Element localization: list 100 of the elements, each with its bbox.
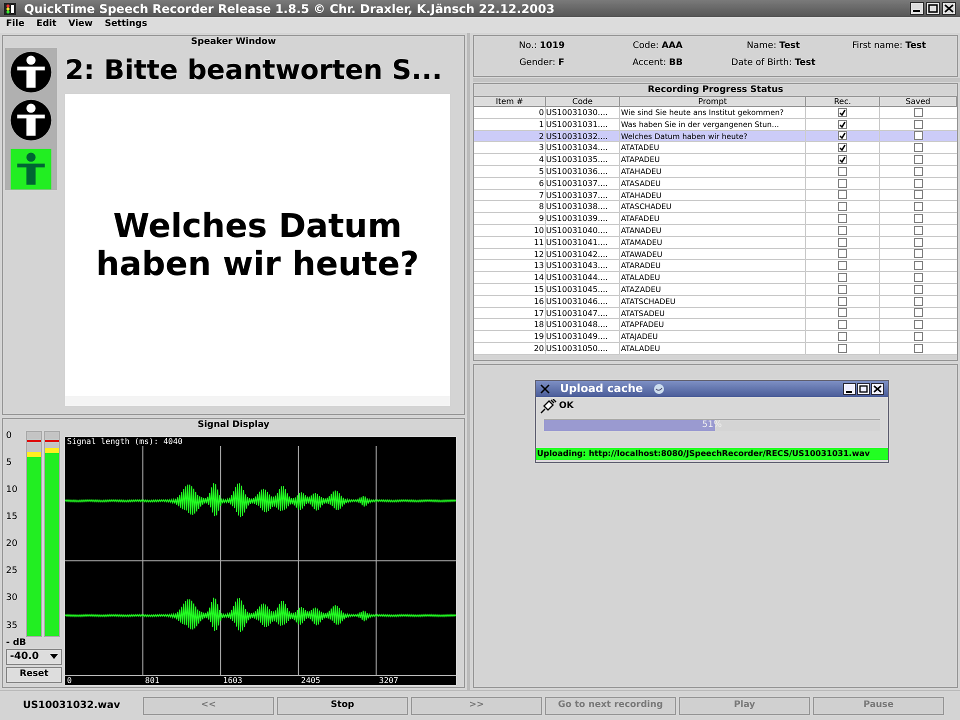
saved-checkbox[interactable]	[914, 284, 923, 294]
saved-checkbox[interactable]	[914, 226, 923, 235]
rec-checkbox[interactable]	[838, 226, 847, 235]
saved-checkbox[interactable]	[914, 308, 923, 318]
table-cell: US10031046....	[546, 296, 620, 307]
info-field: Gender: F	[484, 56, 600, 72]
table-cell: US10031040....	[546, 224, 620, 236]
file-name-label: US10031032.wav	[22, 699, 122, 713]
rec-checkbox[interactable]	[838, 238, 847, 247]
table-cell: 6	[474, 178, 546, 189]
saved-checkbox[interactable]	[914, 261, 923, 270]
rec-checkbox[interactable]	[838, 284, 847, 294]
saved-checkbox[interactable]	[914, 143, 923, 152]
column-header[interactable]: Prompt	[620, 97, 806, 106]
table-cell: 10	[474, 224, 546, 236]
rec-checkbox[interactable]	[838, 166, 847, 176]
dialog-title: Upload cache	[560, 380, 644, 397]
saved-checkbox[interactable]	[914, 166, 923, 176]
rec-checkbox[interactable]	[838, 320, 847, 330]
saved-checkbox[interactable]	[914, 178, 923, 188]
column-header[interactable]: Saved	[880, 97, 957, 106]
saved-checkbox[interactable]	[914, 214, 923, 224]
table-cell: US10031049....	[546, 331, 620, 342]
maximize-icon[interactable]	[926, 2, 940, 15]
prompt-text: Welches Datum haben wir heute?	[95, 206, 420, 283]
rec-checkbox[interactable]	[838, 131, 847, 140]
menu-item[interactable]: View	[68, 18, 93, 32]
panel-title: Signal Display	[196, 418, 270, 431]
info-field: First name: Test	[831, 40, 947, 56]
menu-item[interactable]: File	[6, 18, 24, 32]
scale-label: 15	[6, 512, 18, 522]
rec-checkbox[interactable]	[838, 308, 847, 318]
table-cell: US10031037....	[546, 190, 620, 200]
table-cell: 2	[474, 130, 546, 142]
info-field: Date of Birth: Test	[716, 56, 832, 72]
control-button[interactable]: Stop	[277, 696, 408, 714]
table-cell: US10031048....	[546, 319, 620, 330]
rec-checkbox[interactable]	[838, 261, 847, 270]
rec-checkbox[interactable]	[838, 296, 847, 306]
table-cell: 17	[474, 308, 546, 318]
info-field: Accent: BB	[600, 56, 716, 72]
menu-item[interactable]: Settings	[104, 18, 148, 32]
rec-checkbox[interactable]	[838, 273, 847, 282]
table-cell: 4	[474, 154, 546, 165]
menu-item[interactable]: Edit	[36, 18, 56, 32]
saved-checkbox[interactable]	[914, 108, 923, 117]
table-cell: US10031034....	[546, 142, 620, 154]
rec-checkbox[interactable]	[838, 178, 847, 188]
column-header[interactable]: Rec.	[806, 97, 880, 106]
saved-checkbox[interactable]	[914, 155, 923, 164]
plug-icon	[539, 399, 557, 415]
minimize-icon[interactable]	[910, 2, 924, 15]
scale-label: 5	[6, 458, 13, 468]
axis-tick-label: 2405	[300, 676, 322, 685]
rec-checkbox[interactable]	[838, 344, 847, 353]
saved-checkbox[interactable]	[914, 344, 923, 353]
rec-checkbox[interactable]	[838, 190, 847, 200]
table-cell: US10031047....	[546, 308, 620, 318]
rec-checkbox[interactable]	[838, 108, 847, 117]
rec-checkbox[interactable]	[838, 155, 847, 164]
rec-checkbox[interactable]	[838, 120, 847, 129]
table-cell: US10031050....	[546, 342, 620, 354]
rec-checkbox[interactable]	[838, 202, 847, 212]
saved-checkbox[interactable]	[914, 190, 923, 200]
app-icon	[4, 2, 16, 14]
unit-label: - dB	[6, 636, 28, 649]
table-cell: US10031039....	[546, 213, 620, 224]
table-cell: 20	[474, 342, 546, 354]
rec-checkbox[interactable]	[838, 143, 847, 152]
rec-checkbox[interactable]	[838, 214, 847, 224]
scale-label: 0	[6, 430, 13, 441]
column-header[interactable]: Item #	[474, 97, 546, 106]
panel-title: Speaker Window	[190, 36, 277, 48]
minimize-icon[interactable]	[843, 383, 856, 395]
maximize-icon[interactable]	[857, 383, 870, 395]
table-cell: US10031044....	[546, 272, 620, 283]
table-cell: US10031041....	[546, 236, 620, 248]
table-cell: 13	[474, 260, 546, 272]
table-cell: US10031042....	[546, 248, 620, 260]
axis-tick-label: 1603	[222, 676, 244, 685]
reset-button[interactable]: Reset	[6, 666, 62, 683]
saved-checkbox[interactable]	[914, 273, 923, 282]
saved-checkbox[interactable]	[914, 296, 923, 306]
instruction-heading: 2: Bitte beantworten S...	[65, 54, 444, 88]
saved-checkbox[interactable]	[914, 249, 923, 258]
table-cell: US10031036....	[546, 166, 620, 177]
table-cell: 16	[474, 296, 546, 307]
column-header[interactable]: Code	[546, 97, 620, 106]
rec-checkbox[interactable]	[838, 249, 847, 258]
threshold-dropdown[interactable]: -40.0	[6, 648, 62, 665]
close-icon[interactable]	[871, 383, 884, 395]
scale-label: 30	[6, 593, 18, 604]
rec-checkbox[interactable]	[838, 332, 847, 342]
saved-checkbox[interactable]	[914, 120, 923, 129]
close-icon[interactable]	[942, 2, 956, 15]
saved-checkbox[interactable]	[914, 320, 923, 330]
saved-checkbox[interactable]	[914, 238, 923, 247]
saved-checkbox[interactable]	[914, 202, 923, 212]
saved-checkbox[interactable]	[914, 131, 923, 140]
saved-checkbox[interactable]	[914, 332, 923, 342]
